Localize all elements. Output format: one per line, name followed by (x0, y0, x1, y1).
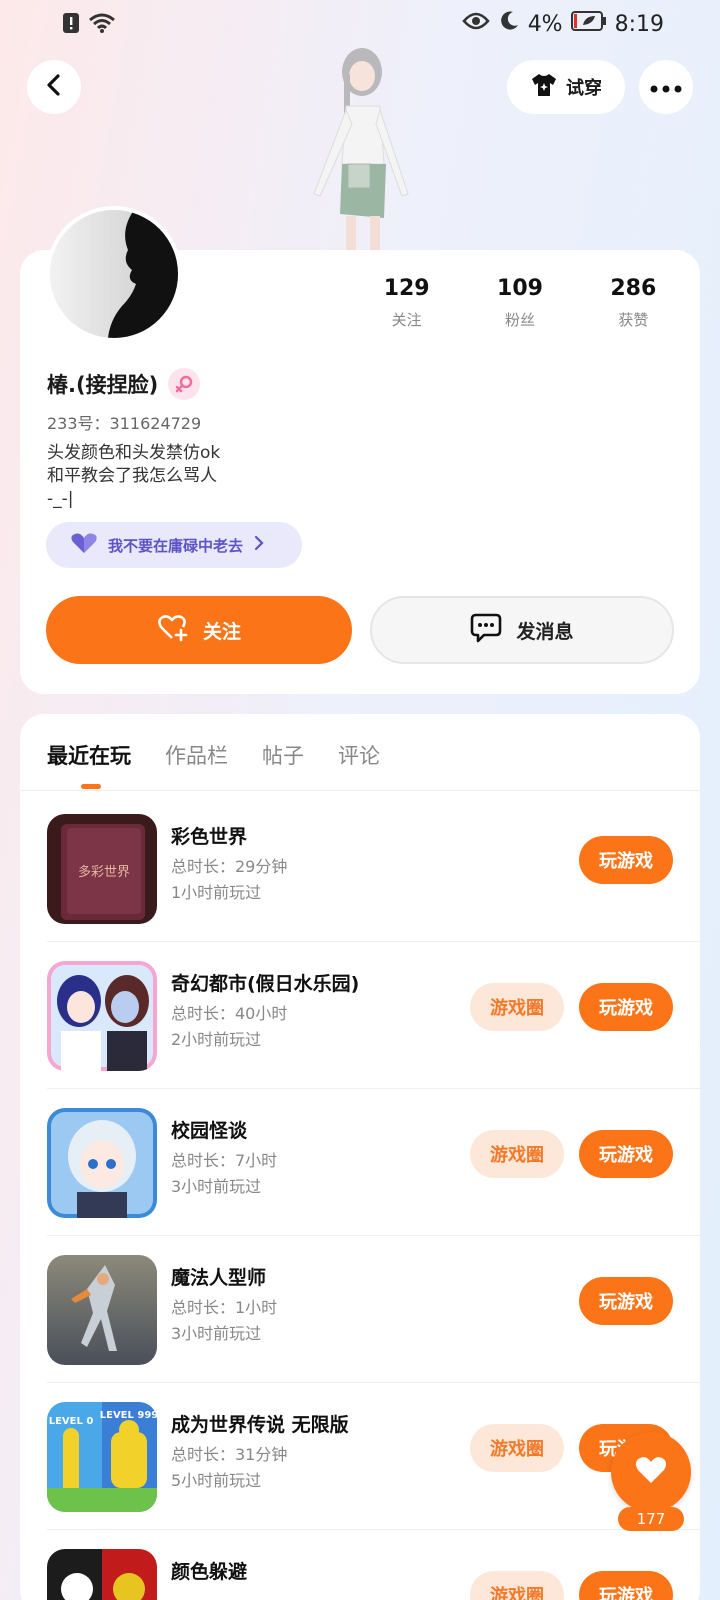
game-title: 彩色世界 (171, 826, 248, 848)
game-circle-button[interactable]: 游戏圈 (470, 983, 564, 1031)
game-duration: 总时长：1小时 (171, 1298, 278, 1317)
game-title: 成为世界传说 无限版 (171, 1414, 349, 1436)
profile-stats: 129 关注 109 粉丝 286 获赞 (350, 276, 690, 330)
game-title: 奇幻都市(假日水乐园) (171, 973, 360, 995)
game-icon-text: LEVEL 999 (100, 1410, 157, 1421)
game-duration: 总时长：40小时 (171, 1004, 288, 1023)
status-bar: 4% 8:19 (0, 0, 720, 48)
clock: 8:19 (614, 11, 664, 37)
follow-button[interactable]: 关注 (46, 596, 352, 664)
chevron-right-icon (253, 535, 265, 555)
avatar-3d-figure (300, 44, 430, 250)
user-id: 233号：311624729 (47, 414, 202, 433)
eye-icon (462, 11, 490, 37)
avatar[interactable] (46, 206, 182, 342)
game-icon-colorful-world: 多彩世界 (47, 814, 157, 924)
game-duration: 总时长：7小时 (171, 1151, 278, 1170)
tab-works[interactable]: 作品栏 (165, 740, 228, 770)
user-bio: 头发颜色和头发禁仿ok 和平教会了我怎么骂人 -_-| (47, 443, 221, 509)
alert-icon (62, 12, 80, 38)
username-row: 椿.(接捏脸) (47, 368, 201, 400)
game-meta: 总时长：1小时 3小时前玩过 (171, 1295, 277, 1347)
game-meta: 总时长：29分钟 1小时前玩过 (171, 854, 287, 906)
game-row[interactable]: LEVEL 0 LEVEL 999 成为世界传说 无限版 总时长：31分钟 5小… (20, 1380, 700, 1530)
play-game-button[interactable]: 玩游戏 (579, 836, 673, 884)
stat-number: 109 (497, 276, 543, 301)
tab-bar: 最近在玩 作品栏 帖子 评论 (47, 740, 380, 770)
game-title: 颜色躲避 (171, 1561, 248, 1583)
game-row[interactable]: 校园怪谈 总时长：7小时 3小时前玩过 游戏圈 玩游戏 (20, 1086, 700, 1236)
back-button[interactable] (27, 60, 81, 114)
purple-heart-icon (70, 532, 98, 558)
game-icon-text: LEVEL 0 (49, 1416, 94, 1427)
game-meta: 总时长：40小时 2小时前玩过 (171, 1001, 287, 1053)
stat-likes[interactable]: 286 获赞 (577, 276, 690, 330)
tab-comments[interactable]: 评论 (338, 740, 380, 770)
like-button[interactable] (611, 1432, 691, 1512)
stat-number: 129 (383, 276, 430, 301)
game-circle-button[interactable]: 游戏圈 (470, 1130, 564, 1178)
tab-indicator (81, 784, 101, 789)
game-row[interactable]: 奇幻都市(假日水乐园) 总时长：40小时 2小时前玩过 游戏圈 玩游戏 (20, 939, 700, 1089)
stat-following[interactable]: 129 关注 (350, 276, 463, 330)
game-last-played: 2小时前玩过 (171, 1030, 262, 1049)
heart-icon (634, 1455, 668, 1489)
tab-posts[interactable]: 帖子 (262, 740, 304, 770)
stat-label: 粉丝 (504, 311, 535, 329)
game-icon-fantasy-city (47, 961, 157, 1071)
game-icon-magic-puppeteer (47, 1255, 157, 1365)
play-game-button[interactable]: 玩游戏 (579, 1571, 673, 1600)
stat-number: 286 (610, 276, 657, 301)
game-icon-text: 多彩世界 (78, 864, 130, 880)
stat-label: 关注 (391, 311, 422, 329)
username: 椿.(接捏脸) (47, 373, 159, 397)
game-row[interactable]: 多彩世界 彩色世界 总时长：29分钟 1小时前玩过 玩游戏 (20, 792, 700, 942)
signature-tag[interactable]: 我不要在庸碌中老去 (46, 522, 302, 568)
game-duration: 总时长：29分钟 (171, 857, 288, 876)
game-icon-campus-ghost-story (47, 1108, 157, 1218)
female-gender-icon (168, 368, 201, 400)
message-button[interactable]: 发消息 (370, 596, 674, 664)
game-row[interactable]: 颜色躲避 游戏圈 玩游戏 (20, 1527, 700, 1600)
more-button[interactable] (639, 60, 693, 114)
play-game-button[interactable]: 玩游戏 (579, 1130, 673, 1178)
divider (20, 790, 700, 791)
game-row[interactable]: 魔法人型师 总时长：1小时 3小时前玩过 玩游戏 (20, 1233, 700, 1383)
game-circle-button[interactable]: 游戏圈 (470, 1571, 564, 1600)
moon-icon (498, 10, 520, 38)
stat-followers[interactable]: 109 粉丝 (463, 276, 576, 330)
play-game-button[interactable]: 玩游戏 (579, 1277, 673, 1325)
content-card: 最近在玩 作品栏 帖子 评论 多彩世界 彩色世界 总时长：29分钟 1小时前玩过… (20, 714, 700, 1600)
game-meta: 总时长：31分钟 5小时前玩过 (171, 1442, 287, 1494)
game-duration: 总时长：31分钟 (171, 1445, 288, 1464)
game-title: 校园怪谈 (171, 1120, 248, 1142)
game-last-played: 3小时前玩过 (171, 1324, 262, 1343)
game-title: 魔法人型师 (171, 1267, 267, 1289)
game-last-played: 3小时前玩过 (171, 1177, 262, 1196)
like-count: 177 (618, 1507, 684, 1531)
game-last-played: 1小时前玩过 (171, 883, 262, 902)
game-icon-color-dodge (47, 1549, 157, 1600)
game-icon-become-world-legend: LEVEL 0 LEVEL 999 (47, 1402, 157, 1512)
game-last-played: 5小时前玩过 (171, 1471, 262, 1490)
tab-recently-played[interactable]: 最近在玩 (47, 740, 131, 770)
follow-label: 关注 (202, 620, 241, 643)
battery-percent: 4% (527, 11, 563, 37)
heart-plus-icon (157, 614, 189, 647)
stat-label: 获赞 (618, 311, 649, 329)
chevron-left-icon (44, 73, 64, 101)
signature-tag-label: 我不要在庸碌中老去 (108, 536, 244, 555)
more-dots-icon (650, 78, 682, 97)
battery-icon (570, 10, 607, 38)
try-on-label: 试穿 (566, 78, 602, 99)
game-meta: 总时长：7小时 3小时前玩过 (171, 1148, 277, 1200)
play-game-button[interactable]: 玩游戏 (579, 983, 673, 1031)
wifi-icon (88, 12, 116, 38)
message-label: 发消息 (516, 620, 574, 643)
try-on-button[interactable]: 试穿 (507, 60, 625, 114)
game-circle-button[interactable]: 游戏圈 (470, 1424, 564, 1472)
tshirt-icon (530, 72, 558, 103)
chat-bubble-icon (470, 613, 502, 648)
